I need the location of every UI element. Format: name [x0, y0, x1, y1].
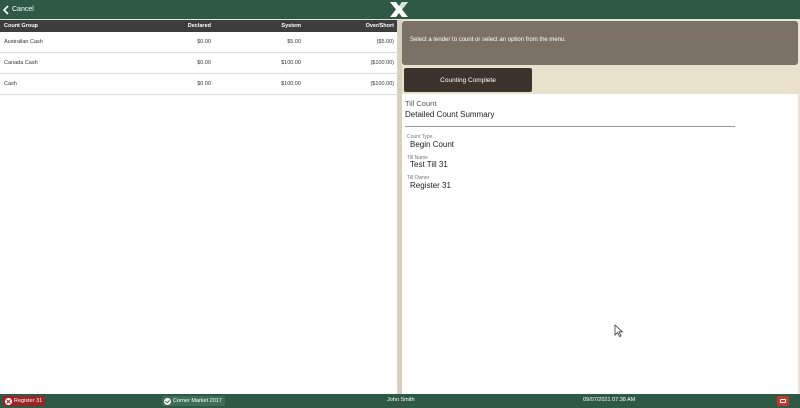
column-header-declared: Declared — [187, 23, 211, 29]
top-bar: Cancel — [0, 0, 800, 19]
cancel-button[interactable]: Cancel — [3, 2, 34, 17]
table-header: Count Group Declared System Over/Short — [0, 20, 397, 32]
till-owner-value: Register 31 — [410, 181, 451, 190]
check-circle-icon — [164, 397, 171, 405]
till-name-value: Test Till 31 — [410, 160, 448, 169]
store-label: Corner Market 2017 — [173, 398, 222, 404]
table-row[interactable]: Cash $0.00 $100.00 ($100.00) — [0, 74, 397, 95]
cell-system: $100.00 — [281, 60, 301, 66]
column-header-system: System — [281, 23, 301, 29]
mouse-cursor-icon — [614, 324, 624, 337]
action-bar: Counting Complete — [402, 65, 800, 94]
count-type-value: Begin Count — [410, 140, 455, 149]
oracle-icon — [780, 399, 786, 403]
prompt-message: Select a tender to count or select an op… — [402, 21, 798, 65]
counting-complete-button[interactable]: Counting Complete — [404, 68, 532, 92]
cancel-label: Cancel — [12, 6, 34, 13]
cell-declared: $0.00 — [197, 81, 211, 87]
register-label: Register 31 — [14, 398, 43, 404]
cell-over-short: ($100.00) — [370, 60, 394, 66]
table-row[interactable]: Australian Cash $0.00 $5.00 ($5.00) — [0, 32, 397, 53]
cell-system: $5.00 — [287, 39, 301, 45]
table-row[interactable]: Canada Cash $0.00 $100.00 ($100.00) — [0, 53, 397, 74]
column-header-count-group: Count Group — [4, 23, 38, 29]
close-circle-icon — [5, 397, 12, 405]
summary-title: Till Count — [405, 99, 437, 108]
date-time: 09/07/2021 07:38 AM — [583, 397, 636, 403]
cell-count-group: Australian Cash — [4, 39, 43, 45]
status-bar: Register 31 Corner Market 2017 John Smit… — [0, 394, 800, 408]
user-name: John Smith — [387, 397, 415, 403]
cell-count-group: Cash — [4, 81, 17, 87]
cell-declared: $0.00 — [197, 39, 211, 45]
chevron-left-icon — [3, 4, 9, 15]
oracle-menu-button[interactable] — [777, 396, 789, 406]
summary-divider — [405, 126, 735, 127]
register-status-chip[interactable]: Register 31 — [3, 396, 46, 406]
cell-system: $100.00 — [281, 81, 301, 87]
count-table: Count Group Declared System Over/Short A… — [0, 20, 398, 394]
cell-over-short: ($5.00) — [376, 39, 394, 45]
cell-over-short: ($100.00) — [370, 81, 394, 87]
cell-count-group: Canada Cash — [4, 60, 38, 66]
store-status-chip[interactable]: Corner Market 2017 — [162, 396, 225, 406]
summary-subtitle: Detailed Count Summary — [405, 110, 495, 119]
count-summary-panel: Till Count Detailed Count Summary Count … — [402, 94, 798, 394]
cell-declared: $0.00 — [197, 60, 211, 66]
x-logo-icon — [390, 2, 408, 17]
column-header-over-short: Over/Short — [365, 23, 394, 29]
